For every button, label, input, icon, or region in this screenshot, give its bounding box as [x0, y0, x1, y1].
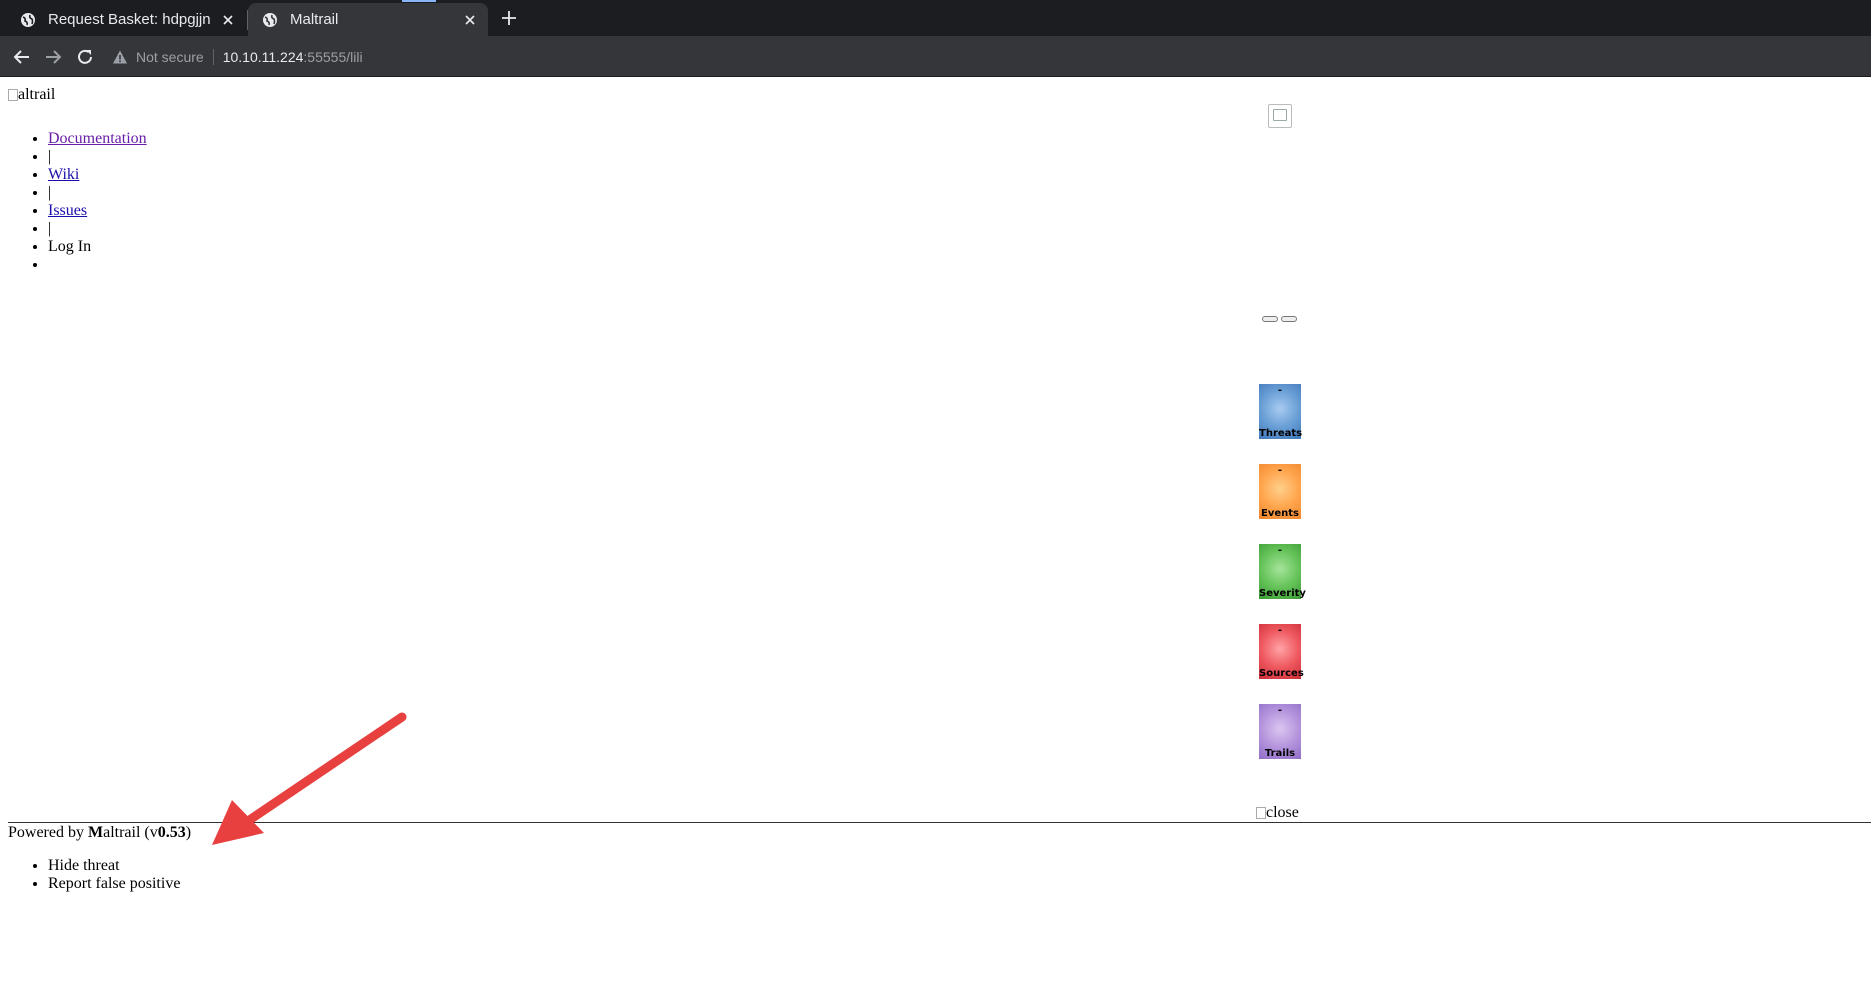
stat-tile-sources[interactable]: - Sources — [1259, 624, 1304, 679]
nav-item-empty — [48, 256, 147, 274]
stat-value: - — [1277, 385, 1283, 396]
context-item-report-false-positive[interactable]: Report false positive — [48, 875, 180, 893]
stat-value: - — [1277, 465, 1283, 476]
stat-tile-threats[interactable]: - Threats — [1259, 384, 1303, 439]
browser-toolbar: Not secure 10.10.11.224:55555/lili — [0, 36, 1871, 77]
tab-request-basket[interactable]: Request Basket: hdpgjjn — [6, 3, 246, 36]
close-alt-text: close — [1266, 804, 1299, 821]
address-bar[interactable]: Not secure 10.10.11.224:55555/lili — [112, 40, 1862, 73]
stat-label: Trails — [1264, 748, 1296, 759]
stat-label: Sources — [1259, 668, 1304, 679]
footer-brand-rest: altrail — [103, 824, 141, 841]
footer-version-open: (v — [140, 824, 158, 841]
stat-tile-events[interactable]: - Events — [1259, 464, 1301, 519]
context-item-hide-threat[interactable]: Hide threat — [48, 857, 180, 875]
footer-version-close: ) — [185, 824, 192, 841]
nav-item-issues: Issues — [48, 202, 147, 220]
back-arrow-icon[interactable] — [12, 47, 32, 67]
logo-image-broken: altrail — [8, 86, 55, 104]
period-button[interactable] — [1281, 316, 1297, 322]
nav-separator: | — [48, 148, 147, 166]
security-label[interactable]: Not secure — [136, 49, 204, 65]
close-icon[interactable] — [220, 12, 236, 28]
header-nav: Documentation | Wiki | Issues | Log In — [8, 130, 147, 274]
close-image-broken[interactable]: close — [1256, 804, 1299, 822]
stat-tile-severity[interactable]: - Severity — [1259, 544, 1306, 599]
globe-icon — [263, 12, 277, 27]
stat-label: Severity — [1259, 588, 1306, 599]
url-host[interactable]: 10.10.11.224 — [223, 49, 304, 65]
context-menu: Hide threat Report false positive — [8, 857, 180, 893]
nav-separator: | — [48, 220, 147, 238]
omnibox-divider — [212, 48, 214, 65]
url-path[interactable]: :55555/lili — [303, 49, 362, 65]
stat-tile-trails[interactable]: - Trails — [1259, 704, 1301, 759]
forward-arrow-icon[interactable] — [43, 47, 63, 67]
nav-item-documentation: Documentation — [48, 130, 147, 148]
browser-tab-strip: Request Basket: hdpgjjn Maltrail — [0, 0, 1871, 36]
logo-alt-text: altrail — [18, 86, 56, 103]
tab-accent-line — [402, 0, 436, 2]
new-tab-plus-icon[interactable] — [500, 9, 518, 27]
stat-value: - — [1277, 705, 1283, 716]
stat-label: Events — [1261, 508, 1299, 519]
issues-link[interactable]: Issues — [48, 202, 87, 219]
broken-image-placeholder — [1268, 104, 1292, 128]
red-annotation-arrow — [212, 712, 407, 845]
stat-value: - — [1277, 625, 1283, 636]
broken-image-icon — [8, 89, 18, 101]
footer-prefix: Powered by — [8, 824, 88, 841]
period-button[interactable] — [1262, 316, 1278, 322]
footer-brand-initial: M — [87, 824, 104, 841]
tab-maltrail[interactable]: Maltrail — [248, 3, 488, 36]
footer-version: 0.53 — [157, 824, 186, 841]
broken-image-icon — [1256, 807, 1266, 819]
globe-icon — [21, 12, 35, 27]
stat-label: Threats — [1259, 428, 1303, 439]
close-icon[interactable] — [462, 12, 478, 28]
page-content: altrail Documentation | Wiki | Issues | … — [0, 77, 1871, 1005]
footer-powered-by: Powered by Maltrail (v0.53) — [8, 824, 191, 842]
stat-value: - — [1277, 545, 1283, 556]
nav-separator: | — [48, 184, 147, 202]
wiki-link[interactable]: Wiki — [48, 166, 79, 183]
nav-item-login[interactable]: Log In — [48, 238, 147, 256]
period-buttons — [1262, 316, 1297, 322]
warning-triangle-icon[interactable] — [112, 49, 128, 65]
tab-title: Request Basket: hdpgjjn — [48, 11, 211, 28]
documentation-link[interactable]: Documentation — [48, 130, 147, 147]
tab-title: Maltrail — [290, 11, 339, 28]
nav-item-wiki: Wiki — [48, 166, 147, 184]
reload-icon[interactable] — [75, 47, 95, 67]
